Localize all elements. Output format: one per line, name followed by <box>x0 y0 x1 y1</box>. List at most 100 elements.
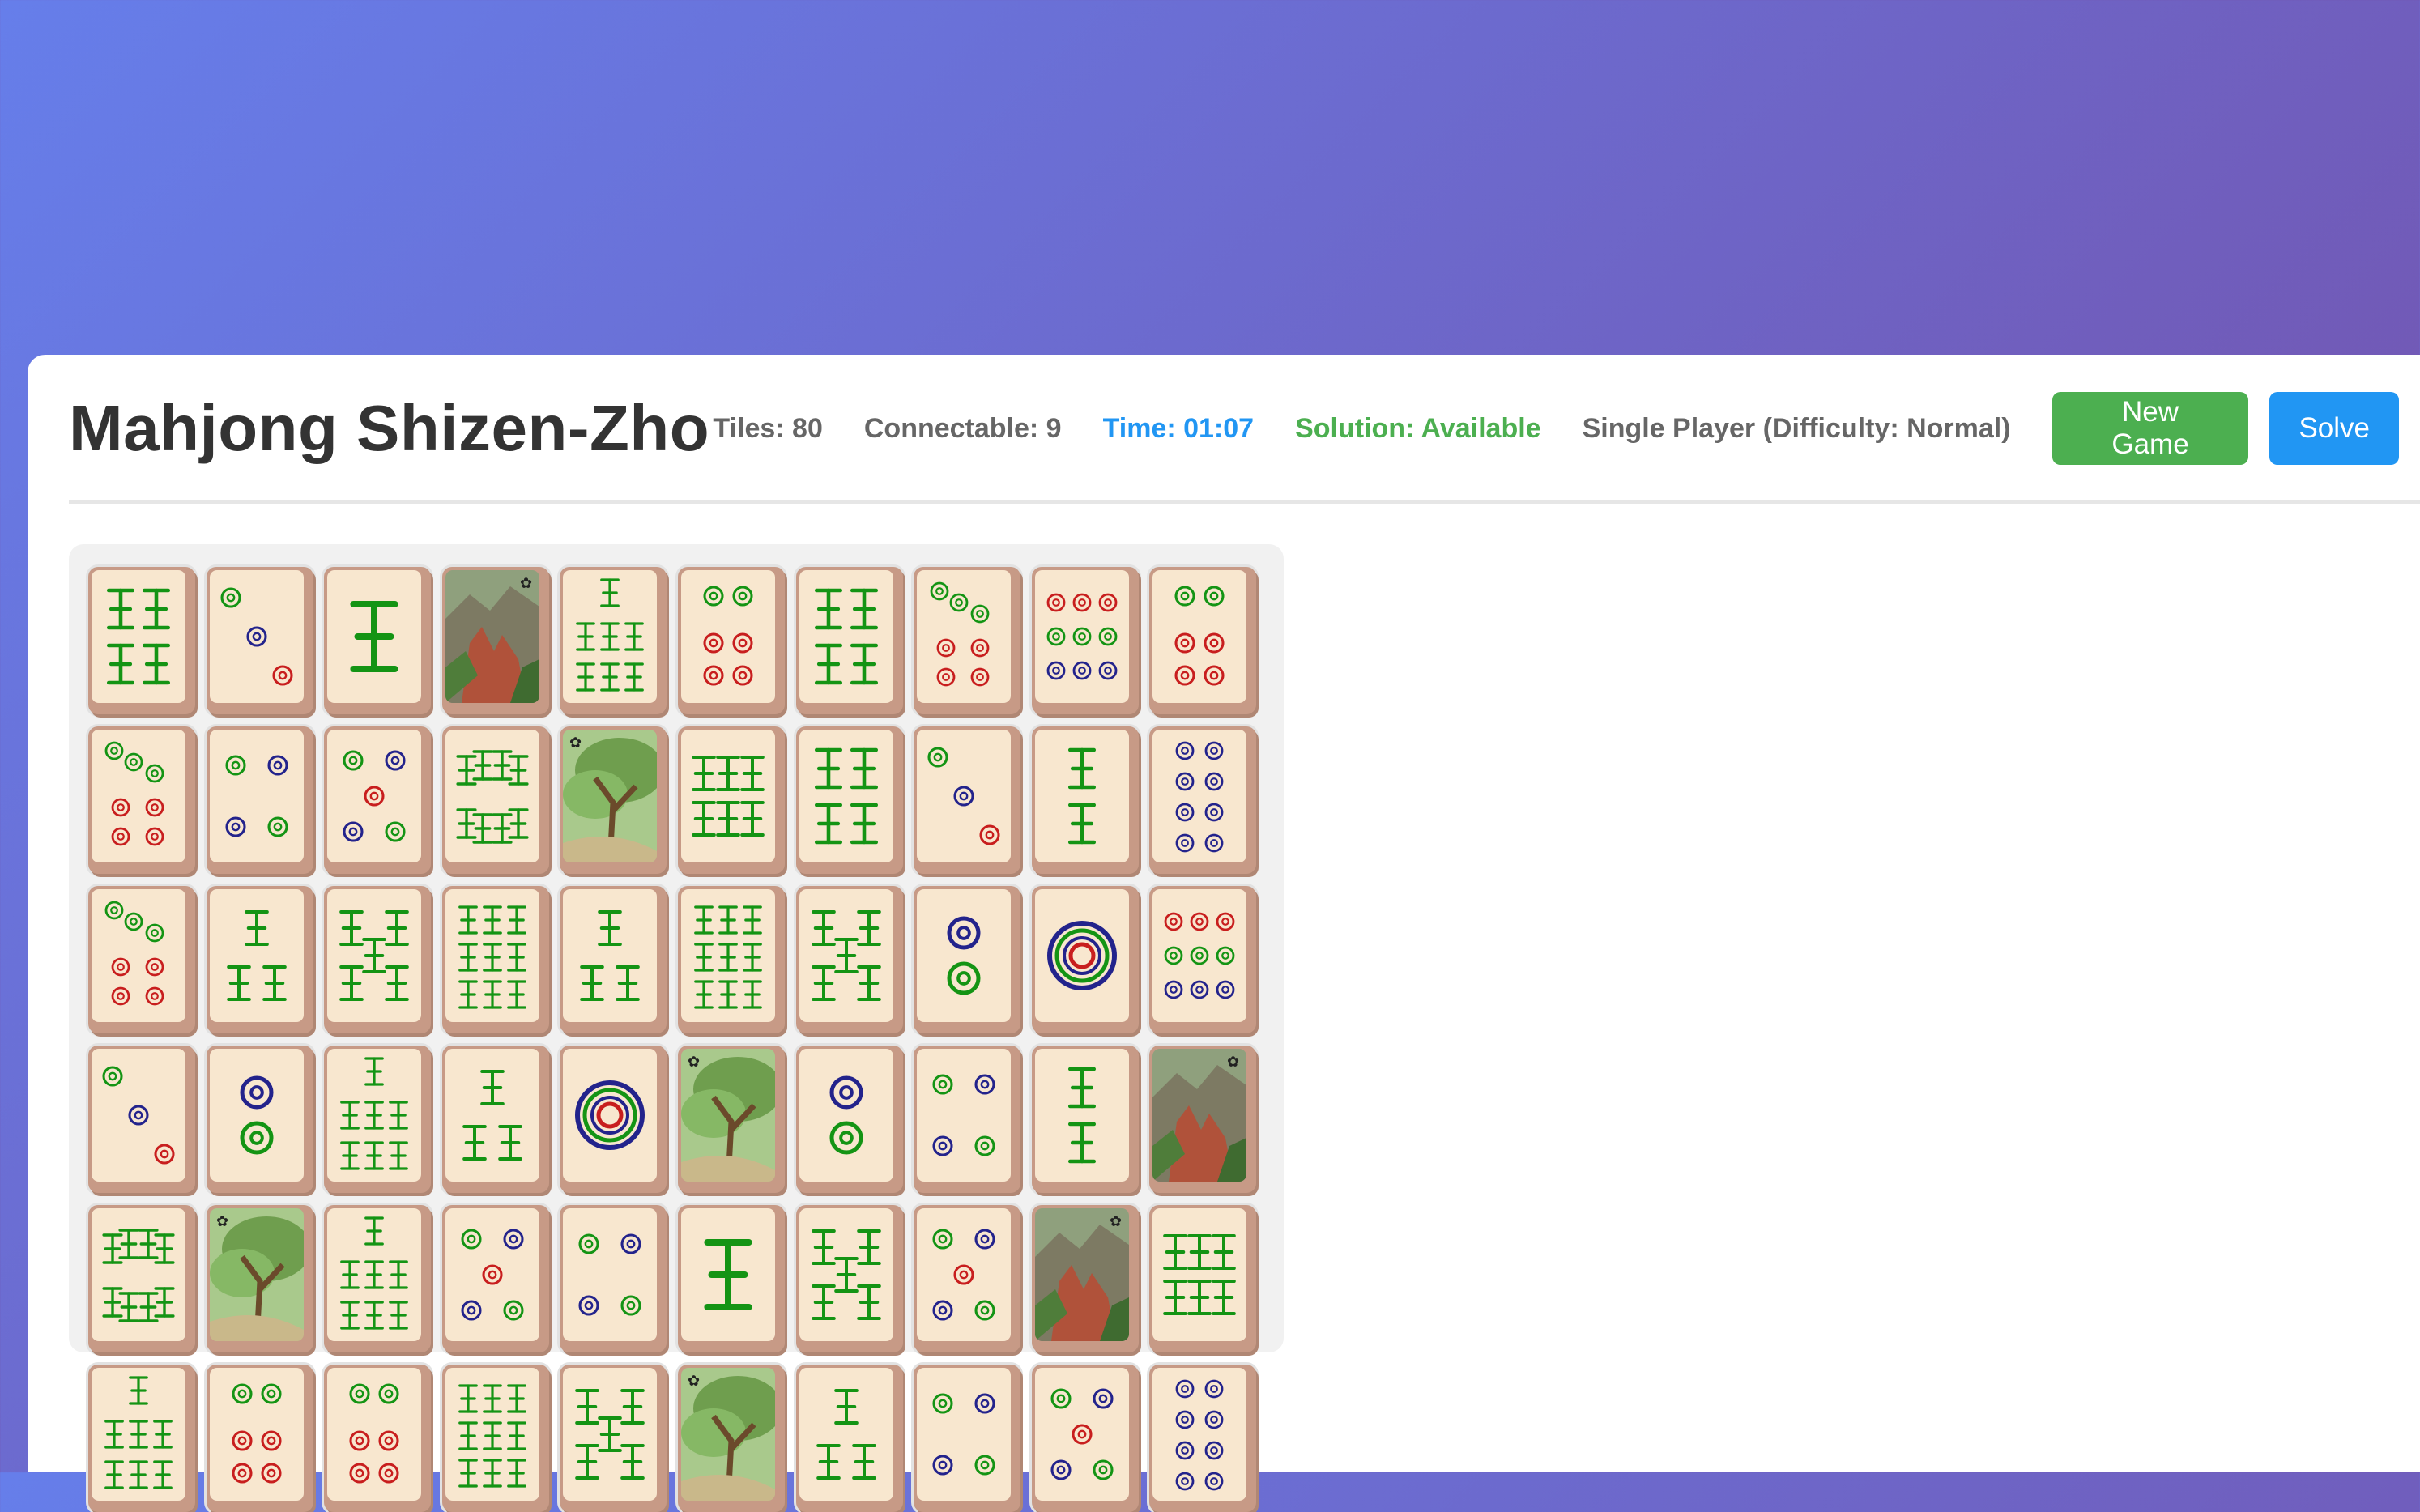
tile-flower-tree[interactable]: ✿ <box>560 726 667 874</box>
tile-circle-7[interactable] <box>88 726 195 874</box>
circle-6-icon <box>327 1368 422 1501</box>
tile-circle-6[interactable] <box>324 1365 432 1512</box>
tile-bamboo-7[interactable] <box>324 1205 432 1352</box>
tile-bamboo-5[interactable] <box>560 1365 667 1512</box>
circle-4-icon <box>917 1368 1012 1501</box>
bamboo-8-icon <box>445 730 539 862</box>
tile-bamboo-3[interactable] <box>206 886 313 1033</box>
circle-3-icon <box>917 730 1012 862</box>
tile-circle-8[interactable] <box>1149 1365 1257 1512</box>
tile-circle-5[interactable] <box>441 1205 549 1352</box>
tile-flower-mountain[interactable]: ✿ <box>1031 1205 1139 1352</box>
tile-bamboo-4[interactable] <box>88 567 195 714</box>
circle-7-icon <box>92 889 185 1022</box>
flower-mountain-icon: ✿ <box>1152 1049 1247 1182</box>
circle-5-icon <box>445 1208 539 1341</box>
tile-bamboo-9[interactable] <box>441 1365 549 1512</box>
tile-circle-2[interactable] <box>795 1046 903 1193</box>
tile-flower-tree[interactable]: ✿ <box>206 1205 313 1352</box>
tile-bamboo-2[interactable] <box>1031 1046 1139 1193</box>
tile-bamboo-7[interactable] <box>88 1365 195 1512</box>
tile-circle-3[interactable] <box>88 1046 195 1193</box>
svg-text:✿: ✿ <box>569 735 582 752</box>
bamboo-1-icon <box>327 570 422 703</box>
circle-8-icon <box>1152 1368 1247 1501</box>
tile-bamboo-4[interactable] <box>795 567 903 714</box>
tile-bamboo-3[interactable] <box>560 886 667 1033</box>
bamboo-2-icon <box>1034 1049 1129 1182</box>
circle-3-icon <box>209 570 304 703</box>
tile-bamboo-5[interactable] <box>795 1205 903 1352</box>
tile-bamboo-6[interactable] <box>678 726 785 874</box>
tile-circle-9[interactable] <box>1031 567 1139 714</box>
circle-9-icon <box>1034 570 1129 703</box>
bamboo-4-icon <box>799 730 893 862</box>
tile-circle-3[interactable] <box>206 567 313 714</box>
flower-mountain-icon: ✿ <box>1034 1208 1129 1341</box>
bamboo-5-icon <box>327 889 422 1022</box>
connectable-count: Connectable: 9 <box>863 412 1062 444</box>
tile-circle-4[interactable] <box>206 726 313 874</box>
bamboo-3-icon <box>209 889 304 1022</box>
tile-circle-9[interactable] <box>1149 886 1257 1033</box>
tile-circle-5[interactable] <box>914 1205 1021 1352</box>
solve-button[interactable]: Solve <box>2269 392 2399 465</box>
tile-bamboo-5[interactable] <box>324 886 432 1033</box>
tile-circle-4[interactable] <box>914 1365 1021 1512</box>
tile-circle-5[interactable] <box>1031 1365 1139 1512</box>
flower-mountain-icon: ✿ <box>445 570 539 703</box>
tile-bamboo-3[interactable] <box>795 1365 903 1512</box>
bamboo-5-icon <box>799 889 893 1022</box>
tile-bamboo-3[interactable] <box>441 1046 549 1193</box>
tile-circle-2[interactable] <box>206 1046 313 1193</box>
bamboo-3-icon <box>563 889 658 1022</box>
tile-bamboo-4[interactable] <box>795 726 903 874</box>
tile-circle-2[interactable] <box>914 886 1021 1033</box>
svg-text:✿: ✿ <box>688 1054 700 1071</box>
svg-text:✿: ✿ <box>216 1213 228 1230</box>
tile-flower-tree[interactable]: ✿ <box>678 1046 785 1193</box>
tile-circle-6[interactable] <box>1149 567 1257 714</box>
tile-circle-1[interactable] <box>560 1046 667 1193</box>
tile-bamboo-8[interactable] <box>88 1205 195 1352</box>
tile-circle-7[interactable] <box>88 886 195 1033</box>
svg-text:✿: ✿ <box>520 575 532 592</box>
tile-circle-4[interactable] <box>560 1205 667 1352</box>
tile-circle-8[interactable] <box>1149 726 1257 874</box>
tile-bamboo-1[interactable] <box>678 1205 785 1352</box>
bamboo-5-icon <box>799 1208 893 1341</box>
bamboo-9-icon <box>445 1368 539 1501</box>
tile-bamboo-7[interactable] <box>324 1046 432 1193</box>
tile-bamboo-9[interactable] <box>678 886 785 1033</box>
tile-bamboo-6[interactable] <box>1149 1205 1257 1352</box>
tile-flower-tree[interactable]: ✿ <box>678 1365 785 1512</box>
bamboo-4-icon <box>92 570 185 703</box>
bamboo-2-icon <box>1034 730 1129 862</box>
bamboo-7-icon <box>92 1368 185 1501</box>
circle-1-icon <box>1034 889 1129 1022</box>
game-mode: Single Player (Difficulty: Normal) <box>1582 412 2011 444</box>
tile-bamboo-9[interactable] <box>441 886 549 1033</box>
bamboo-1-icon <box>681 1208 775 1341</box>
circle-7-icon <box>917 570 1012 703</box>
tile-circle-7[interactable] <box>914 567 1021 714</box>
tile-bamboo-8[interactable] <box>441 726 549 874</box>
tile-circle-6[interactable] <box>206 1365 313 1512</box>
circle-2-icon <box>209 1049 304 1182</box>
tile-bamboo-5[interactable] <box>795 886 903 1033</box>
circle-5-icon <box>917 1208 1012 1341</box>
tile-bamboo-1[interactable] <box>324 567 432 714</box>
tile-circle-5[interactable] <box>324 726 432 874</box>
tile-circle-4[interactable] <box>914 1046 1021 1193</box>
tile-circle-6[interactable] <box>678 567 785 714</box>
tile-flower-mountain[interactable]: ✿ <box>1149 1046 1257 1193</box>
tile-bamboo-2[interactable] <box>1031 726 1139 874</box>
tile-bamboo-7[interactable] <box>560 567 667 714</box>
tile-circle-3[interactable] <box>914 726 1021 874</box>
circle-5-icon <box>327 730 422 862</box>
new-game-button[interactable]: New Game <box>2051 392 2249 465</box>
tile-circle-1[interactable] <box>1031 886 1139 1033</box>
game-panel: Mahjong Shizen-Zho Tiles: 80 Connectable… <box>28 355 2420 1512</box>
circle-6-icon <box>209 1368 304 1501</box>
tile-flower-mountain[interactable]: ✿ <box>441 567 549 714</box>
